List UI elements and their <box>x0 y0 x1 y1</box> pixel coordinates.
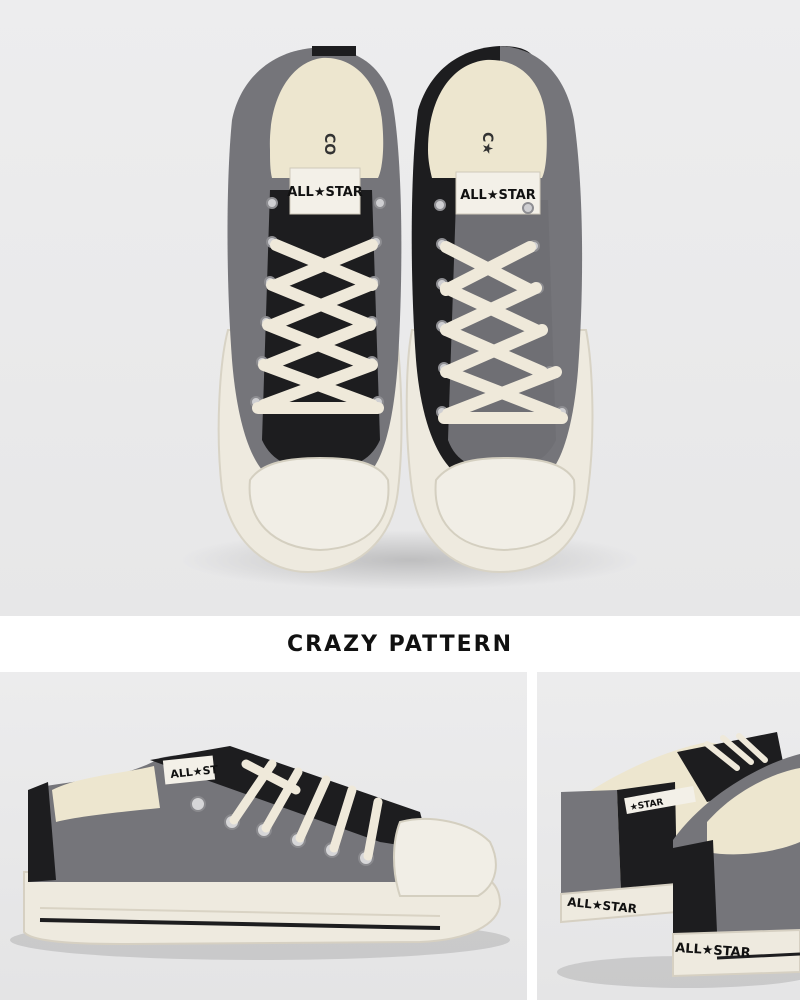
title-band: CRAZY PATTERN <box>0 616 800 672</box>
hero-photo-top-view: CO ALL★STAR C★ ALL★STAR <box>0 0 800 616</box>
left-shoe: CO ALL★STAR <box>217 46 403 574</box>
heel-view-photo: ALL★STAR ★STAR ALL★STAR <box>537 672 800 1000</box>
insole-logo-right: C★ <box>479 132 495 155</box>
tongue-label-left: ALL★STAR <box>287 185 363 200</box>
insole-logo-left: CO <box>321 133 337 155</box>
collection-title: CRAZY PATTERN <box>287 631 513 657</box>
right-shoe: C★ ALL★STAR <box>405 46 594 574</box>
tongue-label-right: ALL★STAR <box>460 188 536 203</box>
product-image-page: CO ALL★STAR C★ ALL★STAR CRAZY PATTERN AL… <box>0 0 800 1000</box>
side-view-photo: ALL★ST <box>0 672 527 1000</box>
